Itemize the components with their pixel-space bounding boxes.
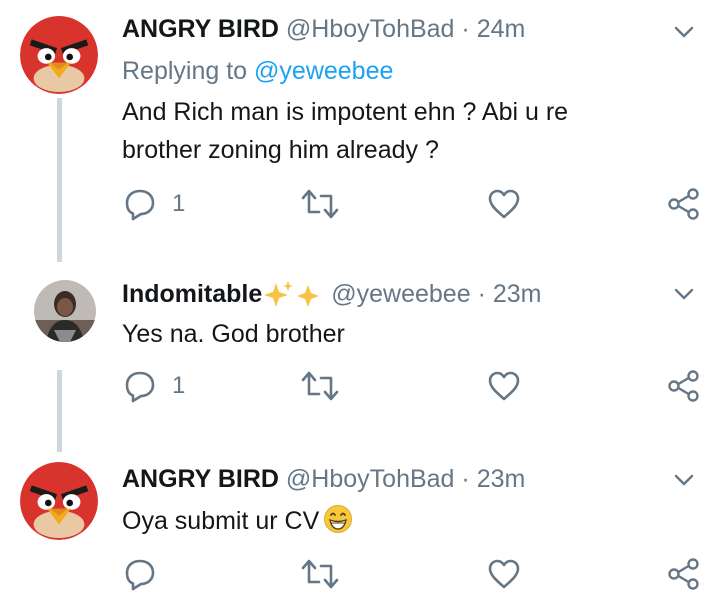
reply-icon: [122, 368, 158, 404]
action-bar: 1: [122, 368, 702, 404]
reply-button[interactable]: 1: [122, 368, 185, 404]
tweet-text-line: Oya submit ur CV: [122, 507, 320, 535]
retweet-button[interactable]: [300, 186, 340, 222]
action-bar: 1: [122, 186, 702, 222]
thread-line: [57, 98, 62, 262]
retweet-icon: [300, 556, 340, 592]
reply-button[interactable]: [122, 556, 172, 592]
share-button[interactable]: [666, 368, 702, 404]
tweet-text: Oya submit ur CV: [122, 502, 682, 540]
reply-icon: [122, 186, 158, 222]
tweet-header: Indomitable @yeweebee · 23m: [122, 279, 541, 311]
thread-line: [57, 370, 62, 452]
heart-icon: [486, 556, 522, 592]
reply-icon: [122, 556, 158, 592]
mention-link[interactable]: @yeweebee: [254, 57, 393, 85]
replying-to-label: Replying to: [122, 57, 248, 85]
like-button[interactable]: [486, 556, 522, 592]
reply-count: 1: [172, 190, 186, 217]
tweet-header: ANGRY BIRD @HboyTohBad · 24m: [122, 14, 525, 44]
retweet-icon: [300, 368, 340, 404]
tweet[interactable]: Indomitable @yeweebee · 23m Yes na. God …: [0, 262, 720, 452]
tweet-text: Yes na. God brother: [122, 315, 682, 353]
retweet-button[interactable]: [300, 556, 340, 592]
reply-count: 1: [172, 372, 186, 399]
tweet-text-line: And Rich man is impotent ehn ? Abi u re: [122, 98, 569, 126]
tweet-text-line: Yes na. God brother: [122, 320, 345, 348]
chevron-down-icon[interactable]: [670, 280, 698, 308]
grinning-face-emoji: [324, 505, 353, 533]
tweet[interactable]: ANGRY BIRD @HboyTohBad · 23m Oya submit …: [0, 452, 720, 599]
separator-dot: ·: [477, 280, 486, 308]
action-bar: [122, 556, 702, 592]
chevron-down-icon[interactable]: [670, 466, 698, 494]
user-handle[interactable]: @yeweebee: [331, 280, 470, 308]
heart-icon: [486, 368, 522, 404]
user-handle[interactable]: @HboyTohBad: [286, 15, 455, 43]
heart-icon: [486, 186, 522, 222]
tweet-text: And Rich man is impotent ehn ? Abi u re …: [122, 93, 682, 169]
timestamp[interactable]: 24m: [477, 15, 526, 43]
replying-to: Replying to @yeweebee: [122, 56, 393, 86]
display-name[interactable]: ANGRY BIRD: [122, 15, 279, 43]
tweet-text-line: brother zoning him already ?: [122, 136, 439, 164]
timestamp[interactable]: 23m: [493, 280, 542, 308]
tweet-header: ANGRY BIRD @HboyTohBad · 23m: [122, 464, 525, 494]
timestamp[interactable]: 23m: [477, 465, 526, 493]
share-button[interactable]: [666, 556, 702, 592]
like-button[interactable]: [486, 368, 522, 404]
reply-button[interactable]: 1: [122, 186, 185, 222]
angry-bird-avatar[interactable]: [20, 462, 98, 540]
sparkles-emoji: [264, 281, 320, 308]
retweet-icon: [300, 186, 340, 222]
angry-bird-avatar[interactable]: [20, 16, 98, 94]
display-name[interactable]: Indomitable: [122, 280, 262, 308]
separator-dot: ·: [461, 15, 470, 43]
user-photo-avatar[interactable]: [34, 280, 96, 342]
share-icon: [666, 556, 702, 592]
chevron-down-icon[interactable]: [670, 18, 698, 46]
user-handle[interactable]: @HboyTohBad: [286, 465, 455, 493]
retweet-button[interactable]: [300, 368, 340, 404]
share-icon: [666, 368, 702, 404]
tweet[interactable]: ANGRY BIRD @HboyTohBad · 24m Replying to…: [0, 0, 720, 262]
like-button[interactable]: [486, 186, 522, 222]
share-icon: [666, 186, 702, 222]
separator-dot: ·: [461, 465, 470, 493]
share-button[interactable]: [666, 186, 702, 222]
display-name[interactable]: ANGRY BIRD: [122, 465, 279, 493]
